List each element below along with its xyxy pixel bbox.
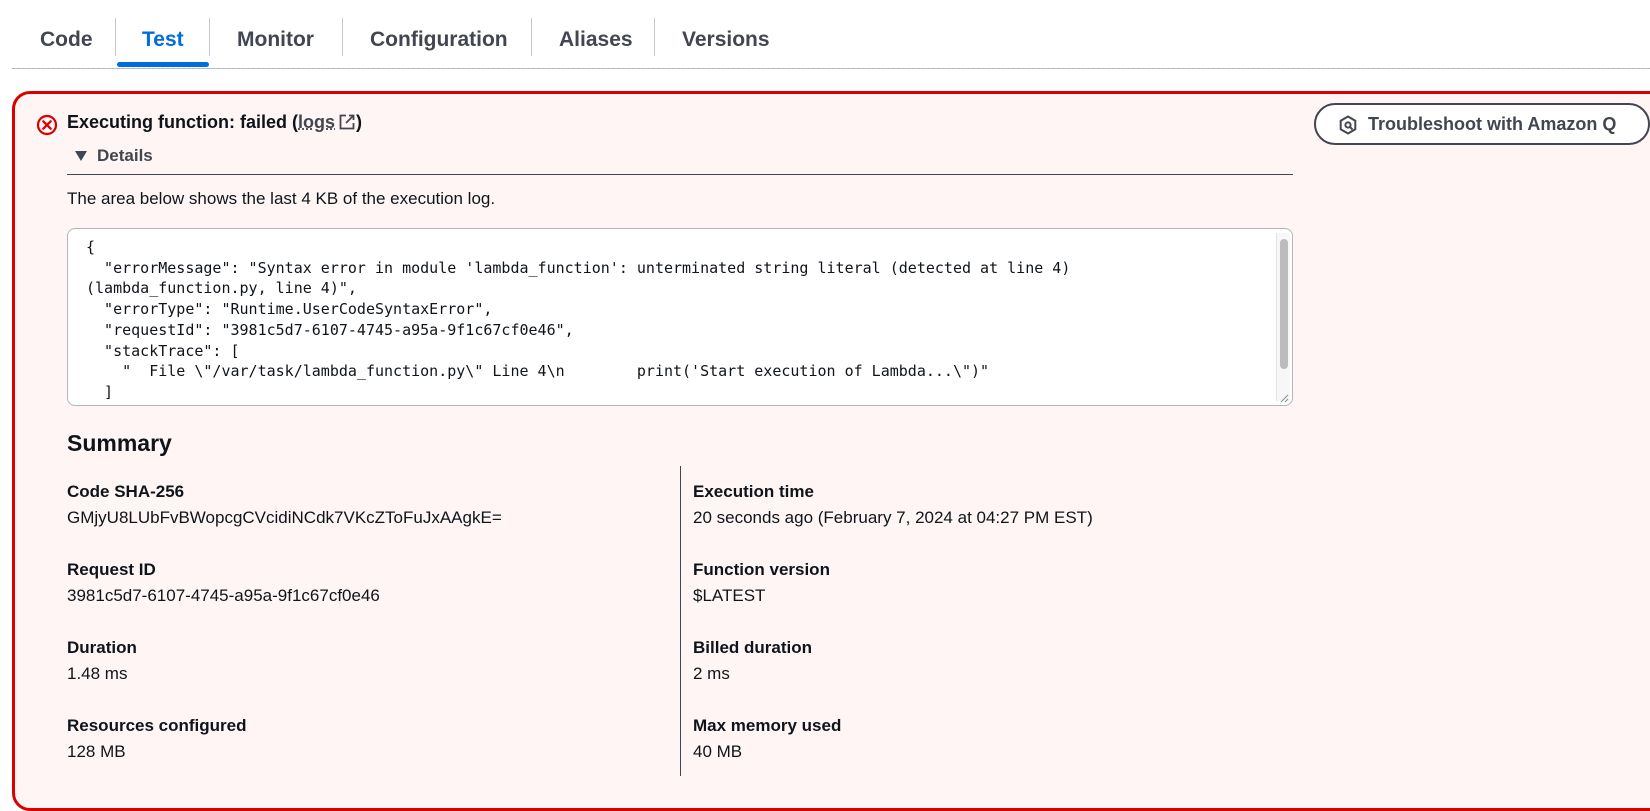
summary-item-request-id: Request ID 3981c5d7-6107-4745-a95a-9f1c6… [67,558,647,608]
error-circle-icon [36,114,58,136]
summary-value: $LATEST [693,586,766,605]
alert-title-text: Executing function: failed ( [67,112,299,132]
summary-key: Resources configured [67,716,247,735]
tab-test[interactable]: Test [142,20,184,60]
tab-monitor[interactable]: Monitor [237,20,314,60]
summary-key: Request ID [67,560,156,579]
summary-key: Function version [693,560,830,579]
summary-item-function-version: Function version $LATEST [693,558,1273,608]
alert-title-suffix: ) [356,112,363,132]
summary-item-resources: Resources configured 128 MB [67,714,647,764]
tab-separator [531,18,532,56]
summary-value: 40 MB [693,742,743,761]
summary-item-duration: Duration 1.48 ms [67,636,647,686]
details-expander[interactable]: Details [67,144,1293,175]
tab-aliases[interactable]: Aliases [559,20,633,60]
summary-item-execution-time: Execution time 20 seconds ago (February … [693,480,1273,530]
tab-separator [654,18,655,56]
summary-value: 128 MB [67,742,126,761]
tab-configuration[interactable]: Configuration [370,20,508,60]
troubleshoot-button-label: Troubleshoot with Amazon Q [1368,114,1617,134]
amazon-q-icon [1339,115,1357,135]
troubleshoot-amazon-q-button[interactable]: Troubleshoot with Amazon Q [1314,103,1650,145]
summary-key: Billed duration [693,638,812,657]
details-label: Details [97,146,153,165]
logs-link[interactable]: logs [298,112,335,132]
log-description: The area below shows the last 4 KB of th… [67,189,496,208]
tab-separator [342,18,343,56]
tab-bar-divider [12,68,1650,69]
summary-heading: Summary [67,430,172,456]
alert-title: Executing function: failed (logs ) [67,112,362,133]
execution-log-textarea[interactable]: { "errorMessage": "Syntax error in modul… [67,228,1293,406]
tab-versions[interactable]: Versions [682,20,770,60]
summary-value: GMjyU8LUbFvBWopcgCVcidiNCdk7VKcZToFuJxAA… [67,508,502,527]
execution-log-text: { "errorMessage": "Syntax error in modul… [86,238,1071,405]
summary-item-max-memory: Max memory used 40 MB [693,714,1273,764]
summary-key: Max memory used [693,716,842,735]
tab-separator [209,18,210,56]
summary-key: Code SHA-256 [67,482,185,501]
summary-column-divider [680,466,681,776]
summary-value: 20 seconds ago (February 7, 2024 at 04:2… [693,508,1093,527]
tab-separator [115,18,116,56]
summary-value: 1.48 ms [67,664,128,683]
external-link-icon[interactable] [338,113,356,131]
log-scrollbar-thumb[interactable] [1280,239,1288,369]
log-scrollbar[interactable] [1276,233,1290,401]
summary-value: 2 ms [693,664,730,683]
summary-key: Duration [67,638,137,657]
summary-key: Execution time [693,482,814,501]
active-tab-indicator [117,62,209,67]
summary-value: 3981c5d7-6107-4745-a95a-9f1c67cf0e46 [67,586,380,605]
tab-code[interactable]: Code [40,20,93,60]
summary-item-billed-duration: Billed duration 2 ms [693,636,1273,686]
caret-down-icon [75,151,87,161]
resize-handle-icon[interactable] [1279,393,1289,403]
summary-item-code-sha: Code SHA-256 GMjyU8LUbFvBWopcgCVcidiNCdk… [67,480,647,530]
